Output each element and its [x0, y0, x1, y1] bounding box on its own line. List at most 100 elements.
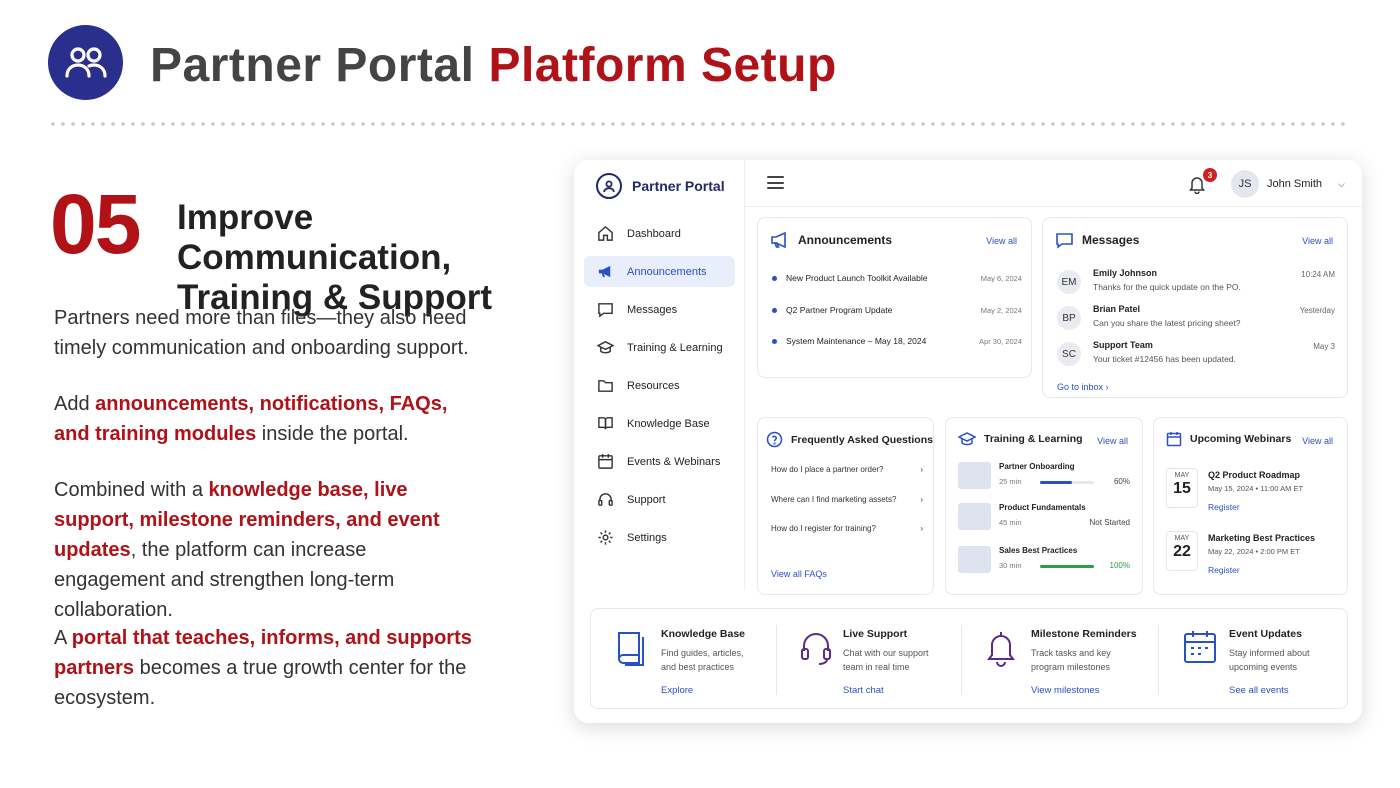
sidebar-item-support[interactable]: Support — [584, 484, 735, 515]
register-link[interactable]: Register — [1208, 565, 1240, 575]
message-preview: Thanks for the quick update on the PO. — [1093, 282, 1241, 292]
start-chat-link[interactable]: Start chat — [843, 685, 884, 696]
graduation-cap-icon — [958, 432, 976, 446]
list-item[interactable]: BP Brian Patel Can you share the latest pr… — [1057, 304, 1335, 334]
explore-link[interactable]: Explore — [661, 685, 693, 696]
announcements-title: Announcements — [798, 233, 893, 247]
sidebar-item-resources[interactable]: Resources — [584, 370, 735, 401]
sidebar-item-settings[interactable]: Settings — [584, 522, 735, 553]
list-item[interactable]: New Product Launch Toolkit Available May … — [772, 273, 1022, 283]
course-duration: 25 min — [999, 477, 1022, 486]
avatar: SC — [1057, 342, 1081, 366]
faq-question: How do I place a partner order? — [771, 465, 884, 474]
page-title: Partner Portal Platform Setup — [150, 38, 837, 93]
book-icon — [598, 417, 613, 430]
progress-bar — [1040, 565, 1094, 568]
announcement-text: Q2 Partner Program Update — [786, 305, 893, 315]
sidebar-item-label: Messages — [627, 303, 678, 316]
paragraph-1: Partners need more than files—they also … — [54, 303, 524, 363]
messages-card: Messages View all EM Emily Johnson Thanks … — [1042, 217, 1348, 398]
course-duration: 30 min — [999, 561, 1022, 570]
training-course[interactable]: Partner Onboarding 25 min 60% — [958, 462, 1130, 492]
question-circle-icon — [766, 431, 783, 448]
message-time: May 3 — [1313, 342, 1335, 351]
faq-item[interactable]: Where can I find marketing assets? › — [771, 495, 923, 504]
announcement-date: May 6, 2024 — [980, 273, 1022, 283]
p1-line2: timely communication and onboarding supp… — [54, 337, 469, 359]
view-milestones-link[interactable]: View milestones — [1031, 685, 1099, 696]
app-brand[interactable]: Partner Portal — [596, 173, 725, 199]
register-link[interactable]: Register — [1208, 502, 1240, 512]
training-card: Training & Learning View all Partner Onb… — [945, 417, 1143, 595]
dotted-divider — [48, 122, 1348, 126]
calendar-icon — [598, 453, 613, 469]
training-course[interactable]: Sales Best Practices 30 min 100% — [958, 546, 1130, 576]
announcements-card: Announcements View all New Product Launc… — [757, 217, 1032, 378]
date-tile: MAY 15 — [1166, 468, 1198, 508]
feature-desc: Find guides, articles, and best practice… — [661, 648, 744, 672]
user-circle-icon — [596, 173, 622, 199]
sidebar-nav: Dashboard Announcements Messages Trainin… — [584, 218, 735, 560]
notification-badge: 3 — [1203, 168, 1217, 182]
course-thumbnail — [958, 546, 991, 573]
training-view-all[interactable]: View all — [1097, 436, 1128, 446]
divider — [776, 625, 777, 695]
webinars-title: Upcoming Webinars — [1190, 433, 1292, 445]
list-item[interactable]: EM Emily Johnson Thanks for the quick upda… — [1057, 268, 1335, 298]
sidebar-item-knowledge-base[interactable]: Knowledge Base — [584, 408, 735, 439]
chevron-right-icon: › — [920, 465, 923, 474]
training-course[interactable]: Product Fundamentals 45 min Not Started — [958, 503, 1130, 533]
course-name: Partner Onboarding — [999, 462, 1075, 471]
webinar-name: Q2 Product Roadmap — [1208, 470, 1301, 480]
announcements-view-all[interactable]: View all — [986, 236, 1017, 246]
user-name[interactable]: John Smith — [1267, 178, 1322, 190]
feature-desc: Stay informed about upcoming events — [1229, 648, 1310, 672]
messages-title: Messages — [1082, 233, 1140, 247]
faq-item[interactable]: How do I register for training? › — [771, 524, 923, 533]
sidebar-item-events[interactable]: Events & Webinars — [584, 446, 735, 477]
message-icon — [598, 303, 613, 318]
progress-bar — [1040, 481, 1094, 484]
section-title: Improve Communication, Training & Support — [177, 198, 557, 318]
bell-icon — [987, 632, 1015, 667]
sidebar-item-label: Dashboard — [627, 227, 681, 240]
sender-name: Emily Johnson — [1093, 268, 1158, 278]
sidebar-item-training[interactable]: Training & Learning — [584, 332, 735, 363]
go-to-inbox-link[interactable]: Go to inbox › — [1057, 382, 1109, 392]
faq-header: Frequently Asked Questions — [766, 431, 933, 448]
messages-view-all[interactable]: View all — [1302, 236, 1333, 246]
list-item[interactable]: System Maintenance – May 18, 2024 Apr 30,… — [772, 336, 1022, 346]
list-item[interactable]: SC Support Team Your ticket #12456 has bee… — [1057, 340, 1335, 370]
feature-title: Milestone Reminders — [1031, 628, 1137, 640]
gear-icon — [598, 530, 613, 545]
title-part2: Platform Setup — [488, 39, 837, 92]
announcements-header: Announcements — [770, 231, 892, 249]
view-all-faqs-link[interactable]: View all FAQs — [771, 569, 827, 579]
faq-title: Frequently Asked Questions — [791, 433, 933, 446]
sidebar-item-messages[interactable]: Messages — [584, 294, 735, 325]
see-all-events-link[interactable]: See all events — [1229, 685, 1289, 696]
sidebar-item-announcements[interactable]: Announcements — [584, 256, 735, 287]
sidebar-item-dashboard[interactable]: Dashboard — [584, 218, 735, 249]
date-day: 15 — [1173, 480, 1191, 497]
sidebar-item-label: Knowledge Base — [627, 417, 710, 430]
section-number: 05 — [50, 177, 141, 271]
faq-item[interactable]: How do I place a partner order? › — [771, 465, 923, 474]
message-preview: Your ticket #12456 has been updated. — [1093, 354, 1236, 364]
chevron-down-icon[interactable]: ⌵ — [1338, 179, 1345, 190]
sidebar-item-label: Support — [627, 493, 666, 506]
menu-icon[interactable] — [767, 176, 784, 189]
date-month: MAY — [1174, 472, 1190, 479]
p1-line1: Partners need more than files—they also … — [54, 307, 467, 329]
webinar-datetime: May 15, 2024 • 11:00 AM ET — [1208, 484, 1304, 493]
training-header: Training & Learning — [958, 431, 1083, 447]
users-icon — [64, 46, 107, 78]
webinars-header: Upcoming Webinars — [1166, 431, 1291, 447]
course-thumbnail — [958, 503, 991, 530]
course-status: 60% — [1113, 477, 1130, 486]
megaphone-icon — [598, 265, 611, 278]
avatar[interactable]: JS — [1231, 170, 1259, 198]
list-item[interactable]: Q2 Partner Program Update May 2, 2024 — [772, 305, 1022, 315]
portal-app-window: Partner Portal Dashboard Announcements M… — [574, 160, 1362, 723]
webinars-view-all[interactable]: View all — [1302, 436, 1333, 446]
